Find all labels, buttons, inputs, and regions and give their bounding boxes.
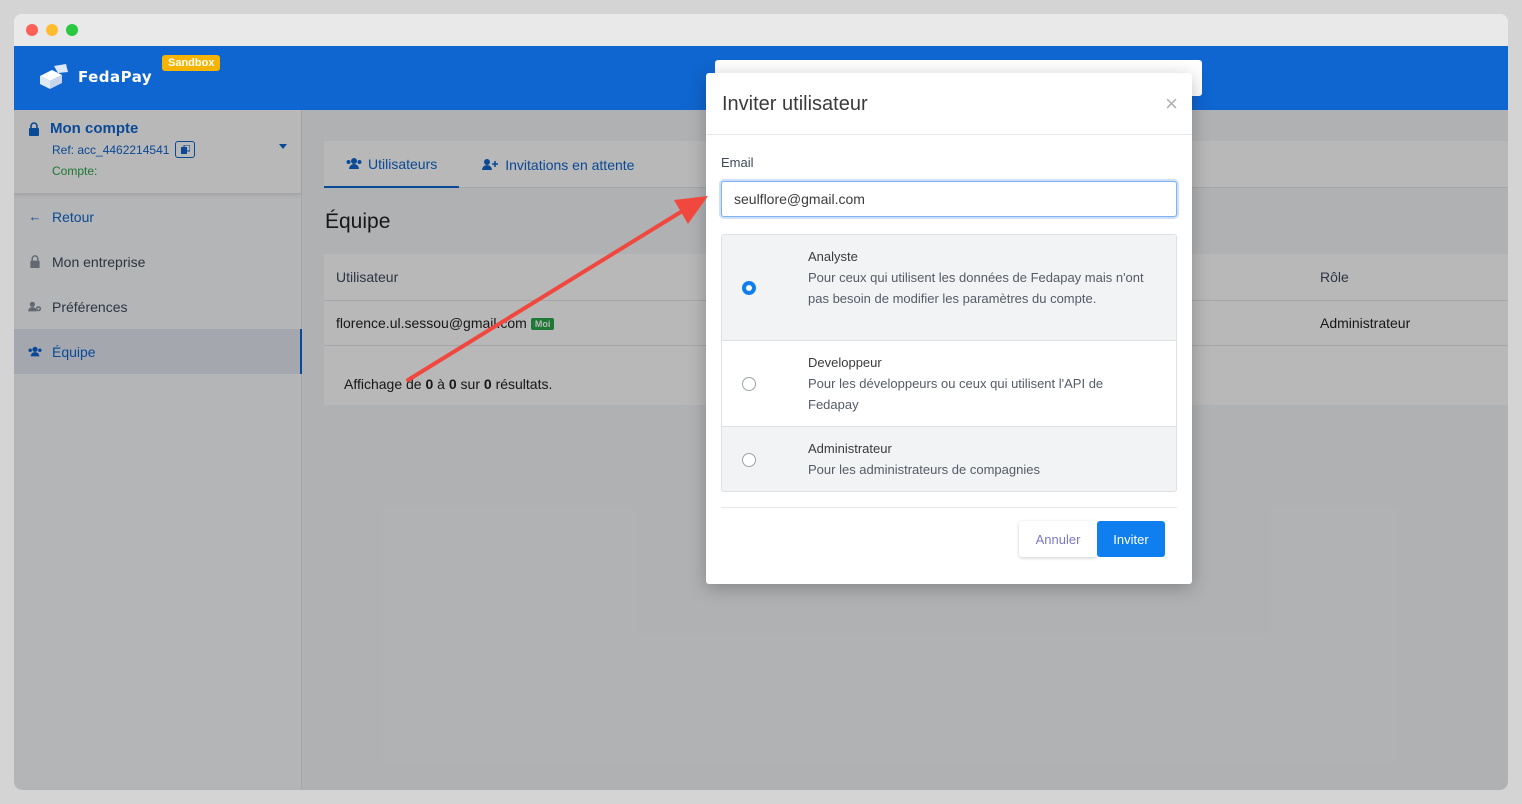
- window-titlebar: [14, 14, 1508, 46]
- radio-administrateur[interactable]: [742, 453, 756, 467]
- invite-button[interactable]: Inviter: [1097, 521, 1165, 557]
- radio-analyste[interactable]: [742, 281, 756, 295]
- fedapay-logo-icon: [40, 64, 68, 89]
- role-name: Administrateur: [808, 441, 892, 456]
- minimize-window-button[interactable]: [46, 24, 58, 36]
- email-label: Email: [721, 155, 754, 170]
- role-option-administrateur[interactable]: Administrateur Pour les administrateurs …: [722, 427, 1176, 491]
- role-description: Pour les développeurs ou ceux qui utilis…: [808, 376, 1104, 412]
- close-icon[interactable]: ×: [1165, 91, 1178, 117]
- sandbox-badge: Sandbox: [162, 55, 221, 71]
- browser-window: FedaPay Sandbox Mon compte Ref: acc_4462…: [14, 14, 1508, 790]
- email-field[interactable]: [721, 181, 1177, 217]
- radio-developpeur[interactable]: [742, 377, 756, 391]
- role-name: Analyste: [808, 249, 858, 264]
- brand-logo-link[interactable]: FedaPay: [38, 64, 152, 90]
- close-window-button[interactable]: [26, 24, 38, 36]
- modal-title: Inviter utilisateur: [722, 93, 868, 115]
- invite-user-modal: Inviter utilisateur × Email Analyste Pou…: [706, 73, 1192, 584]
- role-options: Analyste Pour ceux qui utilisent les don…: [721, 234, 1177, 492]
- role-description: Pour ceux qui utilisent les données de F…: [808, 270, 1144, 306]
- role-name: Developpeur: [808, 355, 882, 370]
- role-option-developpeur[interactable]: Developpeur Pour les développeurs ou ceu…: [722, 341, 1176, 427]
- role-option-analyste[interactable]: Analyste Pour ceux qui utilisent les don…: [722, 235, 1176, 341]
- modal-divider: [721, 507, 1177, 508]
- maximize-window-button[interactable]: [66, 24, 78, 36]
- role-description: Pour les administrateurs de compagnies: [808, 462, 1040, 477]
- cancel-button[interactable]: Annuler: [1019, 521, 1097, 557]
- brand-name: FedaPay: [78, 68, 153, 86]
